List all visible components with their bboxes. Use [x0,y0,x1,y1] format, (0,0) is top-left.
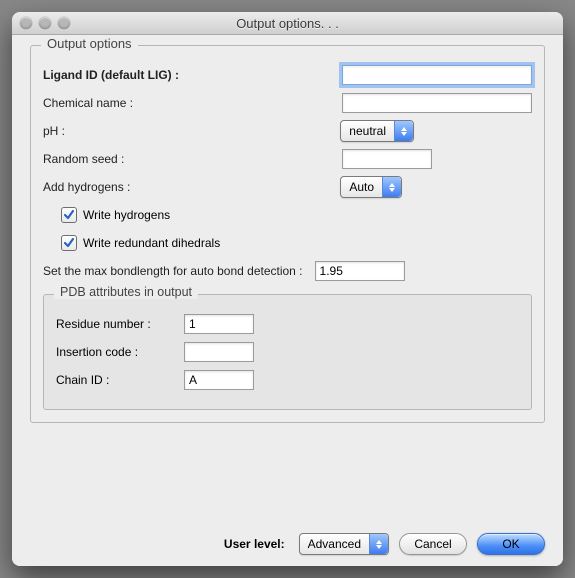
residue-number-input[interactable] [184,314,254,334]
titlebar: Output options. . . [12,12,563,35]
write-hydrogens-checkbox[interactable]: Write hydrogens [61,207,170,223]
check-icon [63,209,75,221]
add-hydrogens-value: Auto [349,180,382,194]
ph-select-value: neutral [349,124,394,138]
chemical-name-label: Chemical name : [43,96,133,110]
cancel-button-label: Cancel [414,537,451,551]
chevrons-icon [394,121,413,141]
max-bondlength-input[interactable] [315,261,405,281]
ph-select[interactable]: neutral [340,120,414,142]
checkbox-box [61,207,77,223]
dialog-footer: User level: Advanced Cancel OK [30,517,545,555]
cancel-button[interactable]: Cancel [399,533,467,555]
add-hydrogens-select[interactable]: Auto [340,176,402,198]
chain-id-input[interactable] [184,370,254,390]
ok-button[interactable]: OK [477,533,545,555]
user-level-value: Advanced [308,537,369,551]
insertion-code-label: Insertion code : [56,345,176,359]
add-hydrogens-label: Add hydrogens : [43,180,130,194]
chevrons-icon [369,534,388,554]
checkbox-box [61,235,77,251]
residue-number-label: Residue number : [56,317,176,331]
dialog-window: Output options. . . Output options Ligan… [12,12,563,566]
max-bondlength-label: Set the max bondlength for auto bond det… [43,264,303,278]
output-options-legend: Output options [41,36,138,51]
zoom-window-button[interactable] [58,17,70,29]
user-level-select[interactable]: Advanced [299,533,389,555]
ligand-id-input[interactable] [342,65,532,85]
user-level-label: User level: [224,537,285,551]
minimize-window-button[interactable] [39,17,51,29]
close-window-button[interactable] [20,17,32,29]
ok-button-label: OK [502,537,519,551]
window-title: Output options. . . [12,16,563,31]
check-icon [63,237,75,249]
random-seed-input[interactable] [342,149,432,169]
chevrons-icon [382,177,401,197]
ph-label: pH : [43,124,65,138]
chemical-name-input[interactable] [342,93,532,113]
pdb-attributes-legend: PDB attributes in output [54,285,198,299]
window-controls [12,17,70,29]
chain-id-label: Chain ID : [56,373,176,387]
dialog-body: Output options Ligand ID (default LIG) :… [12,35,563,566]
random-seed-label: Random seed : [43,152,124,166]
insertion-code-input[interactable] [184,342,254,362]
write-redundant-label: Write redundant dihedrals [83,236,220,250]
ligand-id-label: Ligand ID (default LIG) : [43,68,179,82]
pdb-attributes-group: PDB attributes in output Residue number … [43,294,532,410]
write-hydrogens-label: Write hydrogens [83,208,170,222]
output-options-group: Output options Ligand ID (default LIG) :… [30,45,545,423]
write-redundant-checkbox[interactable]: Write redundant dihedrals [61,235,220,251]
